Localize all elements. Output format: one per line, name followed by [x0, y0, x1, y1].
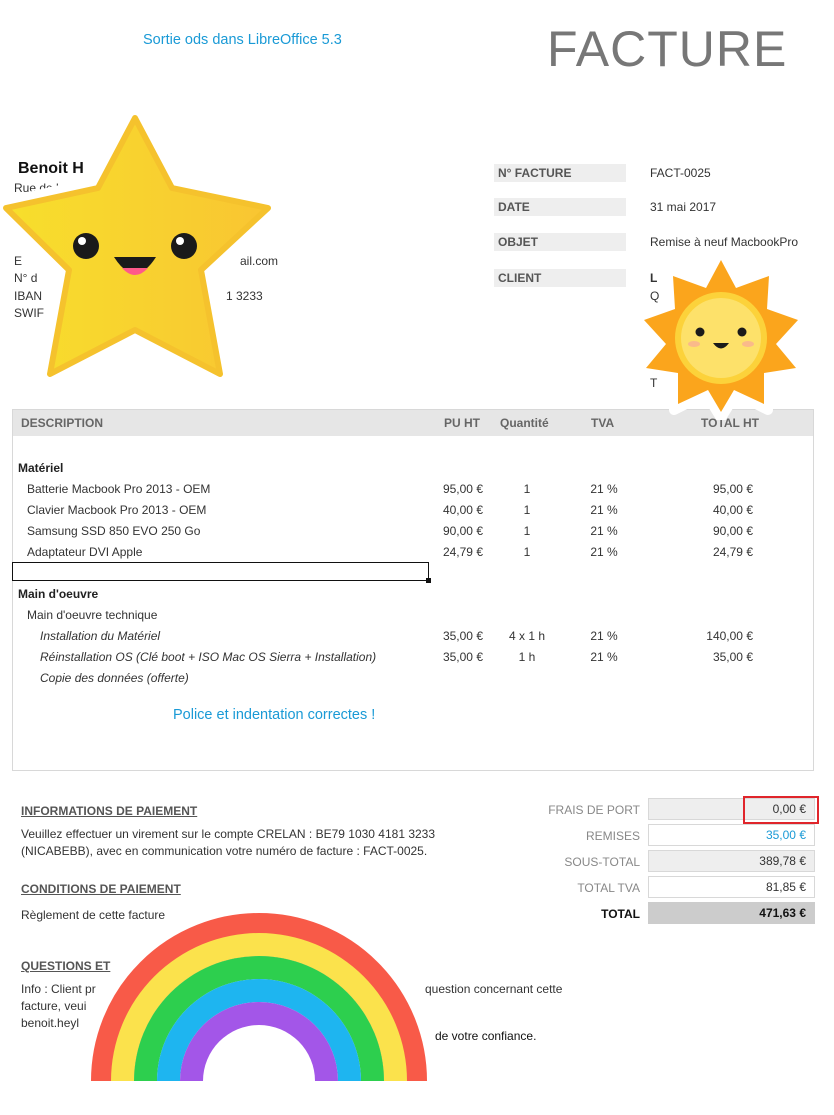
- table-row-description: Clavier Macbook Pro 2013 - OEM: [27, 503, 207, 517]
- table-row-pu: 35,00 €: [442, 650, 483, 664]
- selected-cell[interactable]: [12, 562, 429, 581]
- table-row-qty: 1 h: [518, 650, 536, 664]
- table-row-qty: 1: [523, 503, 531, 517]
- table-row-tva: 21 %: [590, 524, 618, 538]
- top-note: Sortie ods dans LibreOffice 5.3: [143, 32, 342, 48]
- payment-info-line1: Veuillez effectuer un virement sur le co…: [21, 827, 436, 841]
- table-row-pu: 24,79 €: [442, 545, 483, 559]
- table-row-total: 35,00 €: [712, 650, 753, 664]
- payment-info-line2: (NICABEBB), avec en communication votre …: [21, 844, 428, 858]
- section-title: Matériel: [18, 461, 64, 475]
- table-row-pu: 40,00 €: [442, 503, 483, 517]
- total-label-total: TOTAL: [601, 907, 640, 921]
- total-value-sous-total: 389,78 €: [648, 850, 815, 872]
- table-row-description: Batterie Macbook Pro 2013 - OEM: [27, 482, 211, 496]
- questions-line3: benoit.heyl: [21, 1016, 80, 1030]
- total-label-sous-total: SOUS-TOTAL: [564, 855, 640, 869]
- table-row-description: Copie des données (offerte): [40, 671, 189, 685]
- fill-handle[interactable]: [426, 578, 431, 583]
- table-row-qty: 1: [523, 545, 531, 559]
- highlight-rectangle: [743, 796, 819, 824]
- table-row-tva: 21 %: [590, 545, 618, 559]
- table-row-total: 40,00 €: [712, 503, 753, 517]
- table-note: Police et indentation correctes !: [173, 707, 376, 723]
- sun-sticker-icon: [636, 252, 806, 420]
- section-title: Main d'oeuvre: [18, 587, 99, 601]
- invoice-date-value: 31 mai 2017: [650, 200, 717, 214]
- table-row-tva: 21 %: [590, 503, 618, 517]
- col-pu-ht: PU HT: [444, 416, 480, 430]
- table-row-qty: 1: [523, 524, 531, 538]
- invoice-client-label: CLIENT: [494, 269, 626, 287]
- col-quantite: Quantité: [500, 416, 549, 430]
- total-value-total: 471,63 €: [648, 902, 815, 924]
- invoice-title: FACTURE: [547, 21, 788, 77]
- table-row-qty: 1: [523, 482, 531, 496]
- star-sticker-icon: [0, 110, 279, 385]
- subsection-title: Main d'oeuvre technique: [27, 608, 158, 622]
- questions-line1-end: question concernant cette: [425, 982, 563, 996]
- table-row-description: Installation du Matériel: [40, 629, 161, 643]
- table-row-qty: 4 x 1 h: [508, 629, 546, 643]
- col-description: DESCRIPTION: [21, 416, 104, 430]
- table-row-total: 90,00 €: [712, 524, 753, 538]
- invoice-number-value: FACT-0025: [650, 166, 711, 180]
- table-row-description: Samsung SSD 850 EVO 250 Go: [27, 524, 201, 538]
- col-tva: TVA: [591, 416, 615, 430]
- table-row-pu: 90,00 €: [442, 524, 483, 538]
- table-row-description: Réinstallation OS (Clé boot + ISO Mac OS…: [40, 650, 377, 664]
- invoice-date-label: DATE: [494, 198, 626, 216]
- payment-info-title: INFORMATIONS DE PAIEMENT: [21, 804, 198, 818]
- table-row-description: Adaptateur DVI Apple: [27, 545, 143, 559]
- total-label-frais: FRAIS DE PORT: [548, 803, 640, 817]
- table-row-tva: 21 %: [590, 482, 618, 496]
- table-row-pu: 35,00 €: [442, 629, 483, 643]
- table-row-tva: 21 %: [590, 650, 618, 664]
- items-table: [12, 409, 814, 771]
- table-row-total: 24,79 €: [712, 545, 753, 559]
- table-row-total: 95,00 €: [712, 482, 753, 496]
- total-label-remises: REMISES: [585, 829, 640, 843]
- invoice-object-label: OBJET: [494, 233, 626, 251]
- invoice-object-value: Remise à neuf MacbookPro: [650, 235, 799, 249]
- table-row-pu: 95,00 €: [442, 482, 483, 496]
- total-value-remises: 35,00 €: [648, 824, 815, 846]
- total-label-tva: TOTAL TVA: [577, 881, 640, 895]
- total-value-tva: 81,85 €: [648, 876, 815, 898]
- invoice-number-label: N° FACTURE: [494, 164, 626, 182]
- table-row-tva: 21 %: [590, 629, 618, 643]
- rainbow-sticker-icon: [82, 906, 436, 1089]
- table-row-total: 140,00 €: [706, 629, 753, 643]
- thanks-text: de votre confiance.: [435, 1029, 537, 1043]
